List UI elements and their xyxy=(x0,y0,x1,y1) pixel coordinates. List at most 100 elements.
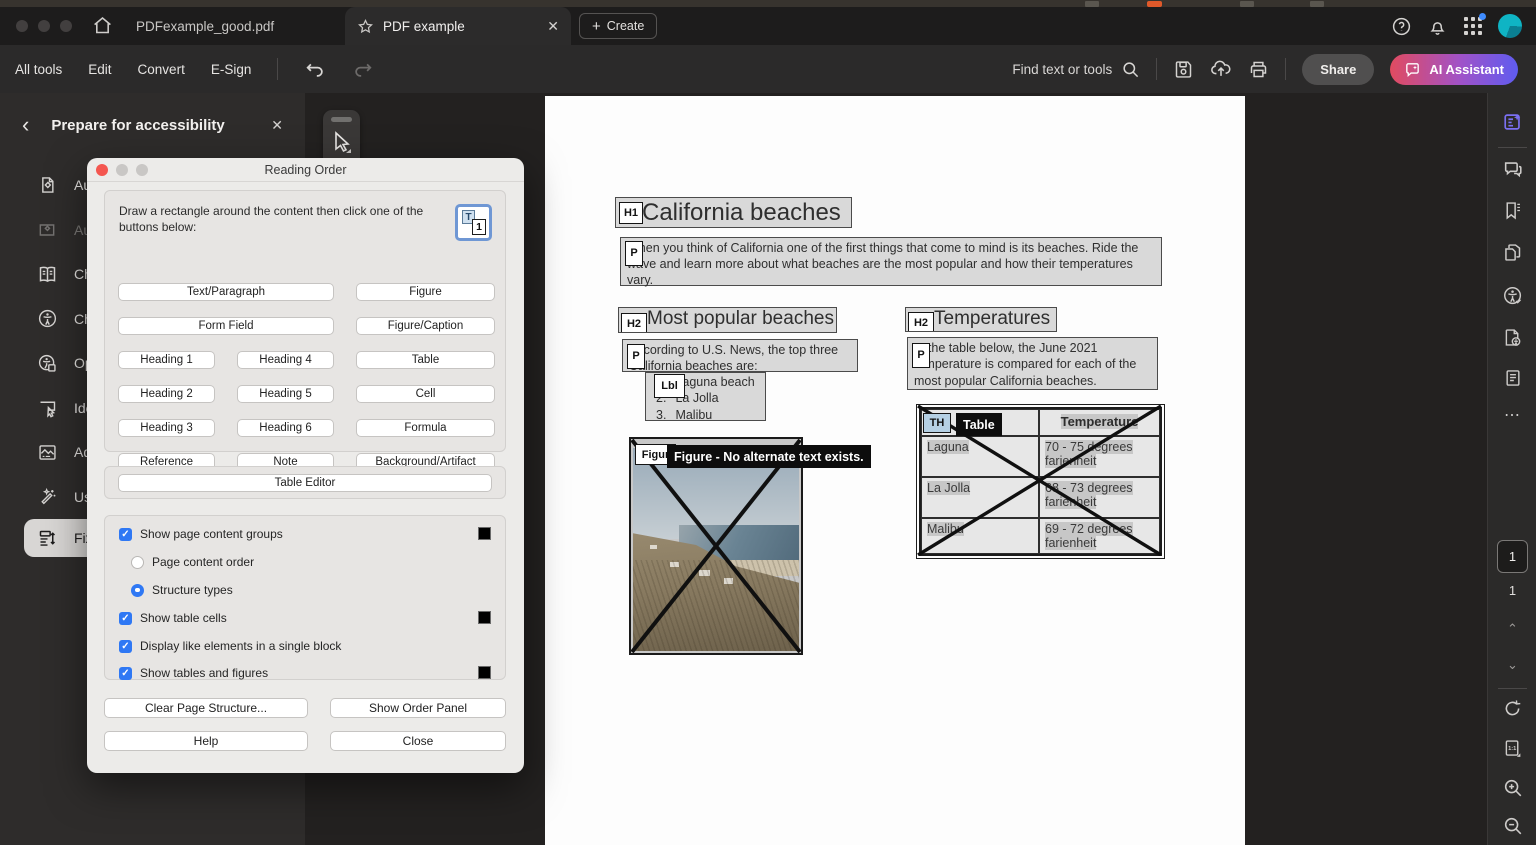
redo-icon[interactable] xyxy=(352,58,374,80)
button-heading-3[interactable]: Heading 3 xyxy=(118,419,215,437)
option-show-page-content-groups[interactable]: ✓ Show page content groups xyxy=(119,527,283,541)
clear-page-structure-button[interactable]: Clear Page Structure... xyxy=(104,698,308,718)
button-heading-6[interactable]: Heading 6 xyxy=(237,419,334,437)
create-button[interactable]: + Create xyxy=(579,13,657,39)
th-tag-chip[interactable]: TH xyxy=(923,413,951,433)
accessibility-check-icon xyxy=(36,308,58,329)
tab-home-document[interactable]: PDFexample_good.pdf xyxy=(136,7,274,45)
tagged-table-region[interactable]: Temperature Laguna 70 - 75 degrees farie… xyxy=(916,404,1165,559)
search-icon[interactable] xyxy=(1121,60,1140,79)
button-heading-2[interactable]: Heading 2 xyxy=(118,385,215,403)
next-page-chevron-icon[interactable]: ⌄ xyxy=(1488,657,1536,673)
checkbox-checked[interactable]: ✓ xyxy=(119,667,132,680)
option-page-content-order[interactable]: Page content order xyxy=(131,555,254,569)
bookmarks-icon[interactable] xyxy=(1488,200,1536,221)
more-tools-icon[interactable]: ⋯ xyxy=(1488,405,1536,425)
button-heading-1[interactable]: Heading 1 xyxy=(118,351,215,369)
tab-active-pdf-example[interactable]: PDF example ✕ xyxy=(345,7,571,45)
button-table[interactable]: Table xyxy=(356,351,495,369)
undo-icon[interactable] xyxy=(304,58,326,80)
document-icon[interactable] xyxy=(1488,368,1536,388)
option-display-like-elements[interactable]: ✓ Display like elements in a single bloc… xyxy=(119,639,341,653)
save-icon[interactable] xyxy=(1173,59,1194,80)
tagged-p-region[interactable]: In the table below, the June 2021 temper… xyxy=(907,337,1158,390)
p-tag-chip[interactable]: P xyxy=(625,241,643,266)
option-structure-types[interactable]: Structure types xyxy=(131,583,233,597)
dialog-titlebar[interactable]: Reading Order xyxy=(87,158,524,182)
star-icon[interactable] xyxy=(357,18,374,35)
notifications-icon[interactable] xyxy=(1427,16,1448,37)
color-swatch[interactable] xyxy=(478,666,491,679)
p-tag-chip[interactable]: P xyxy=(627,344,645,369)
checkbox-checked[interactable]: ✓ xyxy=(119,528,132,541)
back-chevron-icon[interactable]: ‹ xyxy=(22,115,29,135)
home-icon[interactable] xyxy=(92,15,113,36)
button-formula[interactable]: Formula xyxy=(356,419,495,437)
tagged-p-region[interactable]: When you think of California one of the … xyxy=(620,237,1162,286)
tagged-label-list-region[interactable]: 1.Laguna beach 2.La Jolla 3.Malibu Lbl xyxy=(645,372,766,421)
print-icon[interactable] xyxy=(1248,59,1269,80)
page-number-input[interactable]: 1 xyxy=(1497,540,1528,573)
ai-assistant-button[interactable]: AI Assistant xyxy=(1390,54,1518,85)
color-swatch[interactable] xyxy=(478,527,491,540)
reading-order-mode-icon[interactable]: T 1 xyxy=(455,204,492,241)
avatar[interactable] xyxy=(1498,14,1522,38)
button-form-field[interactable]: Form Field xyxy=(118,317,334,335)
comments-icon[interactable] xyxy=(1488,158,1536,180)
button-figure-caption[interactable]: Figure/Caption xyxy=(356,317,495,335)
table-editor-button[interactable]: Table Editor xyxy=(118,474,492,492)
find-search-input[interactable]: Find text or tools xyxy=(1012,60,1140,79)
option-show-table-cells[interactable]: ✓ Show table cells xyxy=(119,611,227,625)
accessibility-icon[interactable] xyxy=(1488,285,1536,307)
previous-page-chevron-icon[interactable]: ⌃ xyxy=(1488,621,1536,637)
button-text-paragraph[interactable]: Text/Paragraph xyxy=(118,283,334,301)
button-heading-4[interactable]: Heading 4 xyxy=(237,351,334,369)
apps-grid-icon[interactable] xyxy=(1463,16,1483,36)
checkbox-checked[interactable]: ✓ xyxy=(119,612,132,625)
radio-unselected[interactable] xyxy=(131,556,144,569)
help-button[interactable]: Help xyxy=(104,731,308,751)
cloud-upload-icon[interactable] xyxy=(1210,58,1232,80)
zoom-in-icon[interactable] xyxy=(1488,777,1536,799)
form-field-icon xyxy=(36,397,58,418)
tab-close-icon[interactable]: ✕ xyxy=(547,18,559,35)
zoom-out-icon[interactable] xyxy=(1488,815,1536,837)
button-figure[interactable]: Figure xyxy=(356,283,495,301)
button-heading-5[interactable]: Heading 5 xyxy=(237,385,334,403)
show-order-panel-button[interactable]: Show Order Panel xyxy=(330,698,506,718)
menu-edit[interactable]: Edit xyxy=(88,62,111,77)
button-cell[interactable]: Cell xyxy=(356,385,495,403)
h1-tag-chip[interactable]: H1 xyxy=(619,202,643,224)
share-button[interactable]: Share xyxy=(1302,54,1374,85)
menu-all-tools[interactable]: All tools xyxy=(15,62,62,77)
close-button[interactable]: Close xyxy=(330,731,506,751)
tagged-pdf-icon[interactable] xyxy=(1488,327,1536,348)
tagged-figure-region[interactable]: Figur Figure - No alternate text exists. xyxy=(629,437,803,655)
p-tag-chip[interactable]: P xyxy=(912,343,930,368)
panel-close-icon[interactable]: ✕ xyxy=(271,117,283,134)
checkbox-checked[interactable]: ✓ xyxy=(119,640,132,653)
tagged-h2-region[interactable]: Most popular beaches H2 xyxy=(618,307,837,333)
menu-convert[interactable]: Convert xyxy=(138,62,185,77)
rotate-page-icon[interactable] xyxy=(1488,698,1536,719)
radio-selected[interactable] xyxy=(131,584,144,597)
h2-right-text: Temperatures xyxy=(934,308,1050,329)
h2-tag-chip[interactable]: H2 xyxy=(908,312,934,332)
color-swatch[interactable] xyxy=(478,611,491,624)
reading-order-icon xyxy=(36,528,58,549)
page-thumbnails-icon[interactable] xyxy=(1488,242,1536,263)
help-icon[interactable] xyxy=(1391,16,1412,37)
tagged-h1-region[interactable]: California beaches H1 xyxy=(615,197,852,228)
h2-tag-chip[interactable]: H2 xyxy=(621,313,647,333)
option-show-tables-figures[interactable]: ✓ Show tables and figures xyxy=(119,666,268,680)
drag-grip[interactable] xyxy=(331,117,352,122)
window-controls[interactable] xyxy=(16,20,72,32)
menu-esign[interactable]: E-Sign xyxy=(211,62,252,77)
tagged-h2-region[interactable]: Temperatures H2 xyxy=(905,307,1057,332)
h2-left-text: Most popular beaches xyxy=(647,308,834,329)
ai-assistant-panel-icon[interactable] xyxy=(1488,111,1536,133)
actual-size-icon[interactable]: 1:1 xyxy=(1488,738,1536,759)
dialog-window-controls[interactable] xyxy=(96,164,148,176)
lbl-tag-chip[interactable]: Lbl xyxy=(654,374,685,398)
tagged-p-region[interactable]: According to U.S. News, the top three Ca… xyxy=(622,339,858,372)
